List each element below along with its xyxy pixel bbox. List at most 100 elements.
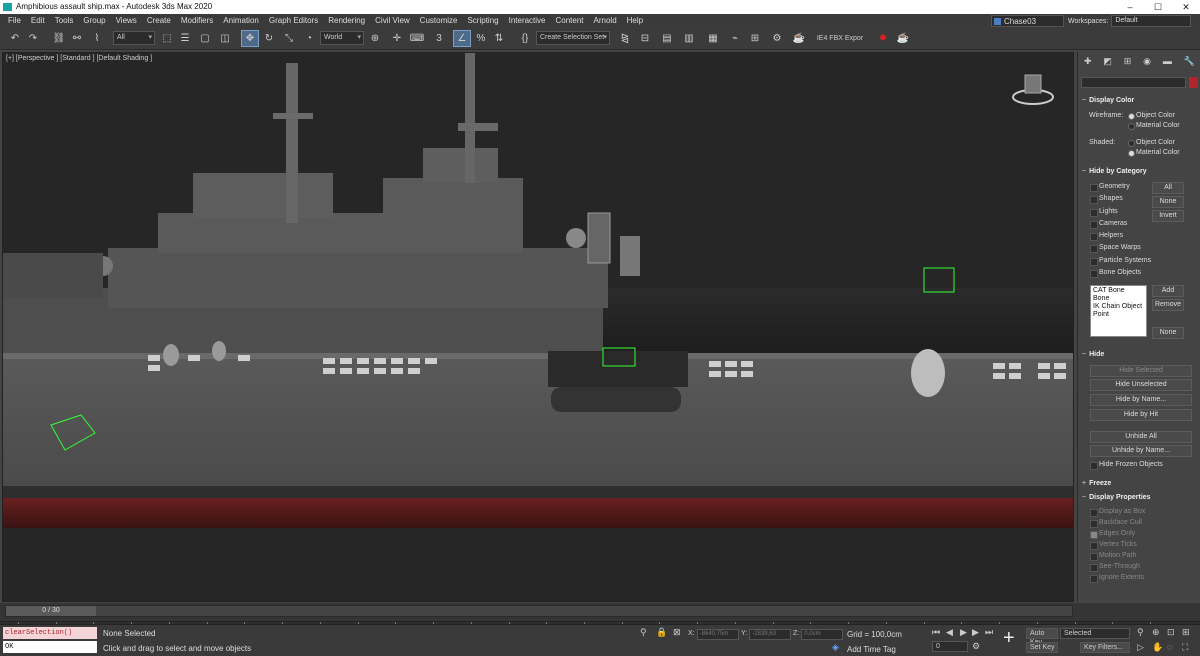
menu-rendering[interactable]: Rendering (323, 14, 370, 28)
viewcube-icon[interactable] (1011, 73, 1055, 107)
select-and-rotate-icon[interactable]: ↻ (262, 31, 276, 46)
scene-explorer-icon[interactable]: ▤ (660, 31, 674, 46)
menu-content[interactable]: Content (551, 14, 589, 28)
hide-frozen-objects-checkbox[interactable]: Hide Frozen Objects (1090, 461, 1163, 470)
hide-header[interactable]: Hide (1082, 351, 1198, 358)
pan-view-icon[interactable]: ✋ (1152, 642, 1163, 653)
invert-button[interactable]: Invert (1152, 210, 1184, 222)
vertex-ticks-checkbox[interactable]: Vertex Ticks (1090, 541, 1137, 550)
wireframe-object-color-radio[interactable]: Object Color (1127, 112, 1175, 120)
menu-tools[interactable]: Tools (50, 14, 79, 28)
field-of-view-icon[interactable]: ▷ (1137, 642, 1144, 653)
cameras-checkbox[interactable]: Cameras (1090, 220, 1127, 229)
menu-customize[interactable]: Customize (415, 14, 463, 28)
space-warps-checkbox[interactable]: Space Warps (1090, 244, 1141, 253)
remove-button[interactable]: Remove (1152, 299, 1184, 311)
isolate-selection-icon[interactable]: ⚲ (640, 627, 647, 638)
menu-arnold[interactable]: Arnold (589, 14, 622, 28)
time-slider[interactable]: 0 / 30 (5, 605, 1073, 617)
object-name-field[interactable] (1081, 77, 1186, 88)
hide-by-hit-button[interactable]: Hide by Hit (1090, 409, 1192, 421)
display-properties-header[interactable]: Display Properties (1082, 494, 1198, 501)
shapes-checkbox[interactable]: Shapes (1090, 195, 1123, 204)
unlink-icon[interactable]: ⚯ (70, 31, 84, 46)
set-key-plus-icon[interactable]: + (1003, 627, 1015, 650)
x-value-field[interactable]: -8640,75m (696, 629, 739, 640)
menu-views[interactable]: Views (111, 14, 142, 28)
object-color-swatch[interactable] (1189, 77, 1198, 88)
motion-path-checkbox[interactable]: Motion Path (1090, 552, 1136, 561)
menu-help[interactable]: Help (622, 14, 648, 28)
window-crossing-icon[interactable]: ◫ (218, 31, 232, 46)
select-and-move-icon[interactable]: ✥ (241, 30, 259, 47)
go-to-start-icon[interactable]: ⏮ (932, 627, 940, 638)
none-button[interactable]: None (1152, 196, 1184, 208)
set-key-button[interactable]: Set Key (1026, 642, 1058, 653)
menu-create[interactable]: Create (142, 14, 176, 28)
add-time-tag-icon[interactable]: ◈ (832, 642, 839, 653)
display-as-box-checkbox[interactable]: Display as Box (1090, 508, 1145, 517)
reference-coordinate-dropdown[interactable]: World (320, 31, 364, 45)
zoom-extents-all-icon[interactable]: ⊞ (1182, 627, 1190, 638)
add-time-tag-label[interactable]: Add Time Tag (847, 645, 896, 654)
lights-checkbox[interactable]: Lights (1090, 208, 1118, 217)
time-slider-knob[interactable]: 0 / 30 (6, 606, 96, 616)
maximize-icon[interactable]: ☐ (1144, 0, 1172, 14)
select-and-place-icon[interactable]: ◔ (302, 31, 316, 46)
close-icon[interactable]: ✕ (1172, 0, 1200, 14)
zoom-all-icon[interactable]: ⊕ (1152, 627, 1160, 638)
unhide-all-button[interactable]: Unhide All (1090, 431, 1192, 443)
zoom-icon[interactable]: ⚲ (1137, 627, 1144, 638)
see-through-checkbox[interactable]: See-Through (1090, 563, 1140, 572)
list-item[interactable]: IK Chain Object (1093, 303, 1144, 311)
z-value-field[interactable]: 0,0cm (801, 629, 844, 640)
select-object-icon[interactable]: ⬚ (160, 31, 174, 46)
wireframe-material-color-radio[interactable]: Material Color (1127, 122, 1180, 130)
all-button[interactable]: All (1152, 182, 1184, 194)
menu-modifiers[interactable]: Modifiers (176, 14, 218, 28)
workspace-dropdown[interactable]: Default (1111, 15, 1192, 27)
utilities-tab-icon[interactable]: 🔧 (1184, 56, 1195, 70)
next-frame-icon[interactable]: ▶ (972, 627, 979, 638)
select-and-scale-icon[interactable]: ⤡ (282, 31, 296, 46)
selection-filter-dropdown[interactable]: All (113, 31, 155, 45)
add-button[interactable]: Add (1152, 285, 1184, 297)
edit-named-selection-icon[interactable]: {} (518, 31, 532, 46)
render-setup-icon[interactable]: ☕ (792, 31, 806, 46)
menu-civil-view[interactable]: Civil View (370, 14, 415, 28)
edges-only-checkbox[interactable]: Edges Only (1090, 530, 1135, 539)
keyboard-shortcut-toggle-icon[interactable]: ⌨ (410, 31, 424, 46)
pivot-center-icon[interactable]: ⊕ (368, 31, 382, 46)
maxscript-listener-input[interactable]: clearSelection() (3, 627, 97, 639)
select-manipulate-icon[interactable]: ✛ (390, 31, 404, 46)
ignore-extents-checkbox[interactable]: Ignore Extents (1090, 574, 1144, 583)
material-editor-icon[interactable]: ⚙ (770, 31, 784, 46)
redo-icon[interactable]: ↷ (26, 31, 40, 46)
minimize-icon[interactable]: – (1116, 0, 1144, 14)
current-frame-field[interactable]: 0 (932, 641, 968, 652)
previous-frame-icon[interactable]: ◀ (946, 627, 953, 638)
menu-edit[interactable]: Edit (26, 14, 50, 28)
list-item[interactable]: Point (1093, 311, 1144, 319)
none-list-button[interactable]: None (1152, 327, 1184, 339)
viewport-label[interactable]: [+] [Perspective ] [Standard ] [Default … (6, 55, 152, 62)
render-frame-icon[interactable]: ☕ (896, 31, 910, 46)
hide-by-name-button[interactable]: Hide by Name... (1090, 394, 1192, 406)
shaded-object-color-radio[interactable]: Object Color (1127, 139, 1175, 147)
percent-snap-icon[interactable]: % (474, 31, 488, 46)
align-icon[interactable]: ⊟ (638, 31, 652, 46)
layer-explorer-icon[interactable]: ▥ (682, 31, 696, 46)
category-listbox[interactable]: CAT Bone Bone IK Chain Object Point (1090, 285, 1147, 337)
particle-systems-checkbox[interactable]: Particle Systems (1090, 257, 1151, 266)
modify-tab-icon[interactable]: ◩ (1103, 56, 1112, 70)
auto-key-button[interactable]: Auto Key (1026, 628, 1058, 646)
maximize-viewport-icon[interactable]: ⛶ (1182, 642, 1188, 653)
selection-lock-icon[interactable]: 🔒 (656, 627, 667, 638)
absolute-mode-icon[interactable]: ⊠ (673, 627, 681, 638)
geometry-checkbox[interactable]: Geometry (1090, 183, 1130, 192)
zoom-extents-icon[interactable]: ⊡ (1167, 627, 1175, 638)
hide-unselected-button[interactable]: Hide Unselected (1090, 379, 1192, 391)
freeze-header[interactable]: Freeze (1082, 480, 1198, 487)
unhide-by-name-button[interactable]: Unhide by Name... (1090, 445, 1192, 457)
curve-editor-icon[interactable]: ⌁ (728, 31, 742, 46)
